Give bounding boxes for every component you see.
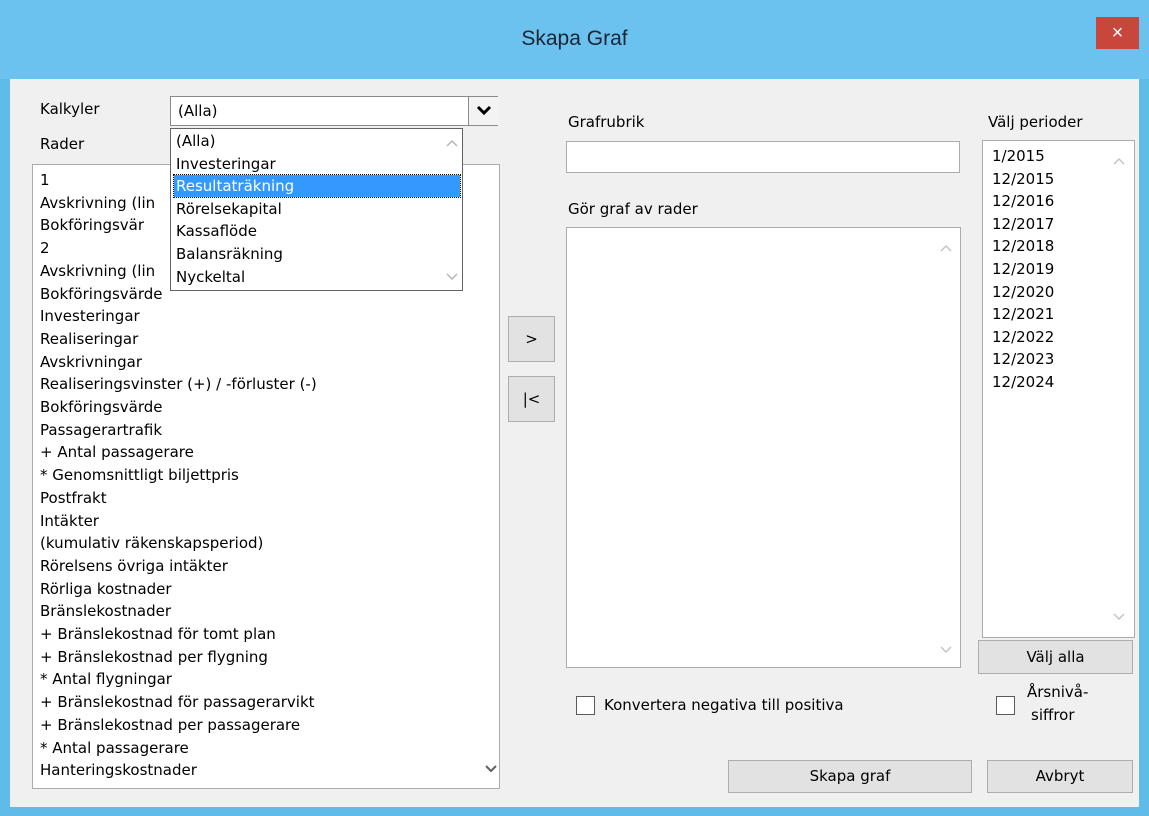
rader-list-item[interactable]: Avskrivning (lin <box>40 260 155 282</box>
convert-negative-checkbox[interactable] <box>576 696 595 715</box>
period-list-item[interactable]: 12/2015 <box>992 168 1054 190</box>
period-list-item[interactable]: 12/2022 <box>992 326 1054 348</box>
window-title: Skapa Graf <box>521 27 628 50</box>
rader-list-item[interactable]: Rörliga kostnader <box>40 578 172 600</box>
rader-list-item[interactable]: * Genomsnittligt biljettpris <box>40 464 239 486</box>
dropdown-option[interactable]: Rörelsekapital <box>174 198 460 220</box>
select-all-button[interactable]: Välj alla <box>978 640 1133 674</box>
rader-list-item[interactable]: Bokföringsvär <box>40 214 144 236</box>
rader-list-item[interactable]: + Bränslekostnad per passagerare <box>40 714 300 736</box>
rader-list-item[interactable]: + Bränslekostnad för passagerarvikt <box>40 691 315 713</box>
grafrubrik-label: Grafrubrik <box>568 113 645 131</box>
year-level-label-line2: siffror <box>1031 706 1075 724</box>
rader-list-item[interactable]: Postfrakt <box>40 487 107 509</box>
rader-list-item[interactable]: Bränslekostnader <box>40 600 171 622</box>
dropdown-option[interactable]: (Alla) <box>174 130 460 152</box>
grafrubrik-input[interactable] <box>566 141 960 173</box>
scroll-up-icon[interactable] <box>940 242 952 256</box>
rader-list-item[interactable]: Realiseringar <box>40 328 138 350</box>
kalkyler-selected-value: (Alla) <box>178 102 218 120</box>
rader-list-item[interactable]: * Antal passagerare <box>40 737 189 759</box>
period-list-item[interactable]: 12/2023 <box>992 348 1054 370</box>
scroll-down-icon[interactable] <box>1113 611 1125 625</box>
rader-list-item[interactable]: + Bränslekostnad per flygning <box>40 646 268 668</box>
remove-row-button[interactable]: |< <box>508 376 555 422</box>
title-bar: Skapa Graf × <box>0 0 1149 79</box>
rader-list-item[interactable]: Avskrivningar <box>40 351 142 373</box>
close-button[interactable]: × <box>1096 17 1139 49</box>
period-list-item[interactable]: 12/2021 <box>992 303 1054 325</box>
period-list-item[interactable]: 12/2019 <box>992 258 1054 280</box>
dropdown-option[interactable]: Resultaträkning <box>173 174 461 199</box>
rader-list-item[interactable]: Passagerartrafik <box>40 419 162 441</box>
scroll-up-icon[interactable] <box>1113 155 1125 169</box>
convert-negative-label: Konvertera negativa till positiva <box>604 696 844 714</box>
dropdown-option[interactable]: Balansräkning <box>174 243 460 265</box>
rader-list-item[interactable]: Realiseringsvinster (+) / -förluster (-) <box>40 373 317 395</box>
rader-label: Rader <box>40 135 85 153</box>
dialog-body: Kalkyler (Alla) Rader 1 Avskrivning (lin B… <box>10 79 1139 807</box>
rader-list-item[interactable]: + Antal passagerare <box>40 441 194 463</box>
rader-list-item[interactable]: Avskrivning (lin <box>40 192 155 214</box>
period-list-item[interactable]: 12/2024 <box>992 371 1054 393</box>
kalkyler-dropdown-list[interactable]: (Alla) Investeringar Resultaträkning Rörels… <box>170 128 463 291</box>
rader-list-item[interactable]: 1 <box>40 169 50 191</box>
kalkyler-label: Kalkyler <box>40 100 100 118</box>
year-level-label-line1: Årsnivå- <box>1027 683 1089 701</box>
create-graph-button[interactable]: Skapa graf <box>728 760 972 793</box>
dropdown-option[interactable]: Investeringar <box>174 153 460 175</box>
dropdown-button[interactable] <box>468 97 499 125</box>
rader-list-item[interactable]: 2 <box>40 237 50 259</box>
dropdown-option[interactable]: Nyckeltal <box>174 266 460 288</box>
period-list-item[interactable]: 12/2017 <box>992 213 1054 235</box>
scroll-down-icon[interactable] <box>485 763 497 777</box>
rader-list-item[interactable]: * Antal flygningar <box>40 668 172 690</box>
period-list-item[interactable]: 12/2018 <box>992 235 1054 257</box>
rader-list-item[interactable]: Intäkter <box>40 510 99 532</box>
perioder-list[interactable]: 1/2015 12/2015 12/2016 12/2017 12/2018 12/201… <box>982 140 1135 638</box>
period-list-item[interactable]: 1/2015 <box>992 145 1045 167</box>
rader-list-item[interactable]: Investeringar <box>40 305 140 327</box>
rader-list-item[interactable]: Hanteringskostnader <box>40 759 197 781</box>
rader-list-item[interactable]: Rörelsens övriga intäkter <box>40 555 228 577</box>
graf-rader-label: Gör graf av rader <box>568 200 698 218</box>
rader-list-item[interactable]: + Bränslekostnad för tomt plan <box>40 623 276 645</box>
rader-list-item[interactable]: Bokföringsvärde <box>40 396 163 418</box>
graf-rader-list[interactable] <box>566 227 961 668</box>
chevron-down-icon <box>476 105 492 116</box>
perioder-label: Välj perioder <box>988 113 1083 131</box>
scroll-down-icon[interactable] <box>940 644 952 658</box>
cancel-button[interactable]: Avbryt <box>987 760 1133 793</box>
add-row-button[interactable]: > <box>508 316 555 362</box>
rader-list-item[interactable]: Bokföringsvärde <box>40 283 163 305</box>
year-level-checkbox[interactable] <box>996 696 1015 715</box>
period-list-item[interactable]: 12/2016 <box>992 190 1054 212</box>
period-list-item[interactable]: 12/2020 <box>992 281 1054 303</box>
rader-list-item[interactable]: (kumulativ räkenskapsperiod) <box>40 532 263 554</box>
kalkyler-select[interactable]: (Alla) <box>170 96 499 126</box>
dropdown-option[interactable]: Kassaflöde <box>174 220 460 242</box>
